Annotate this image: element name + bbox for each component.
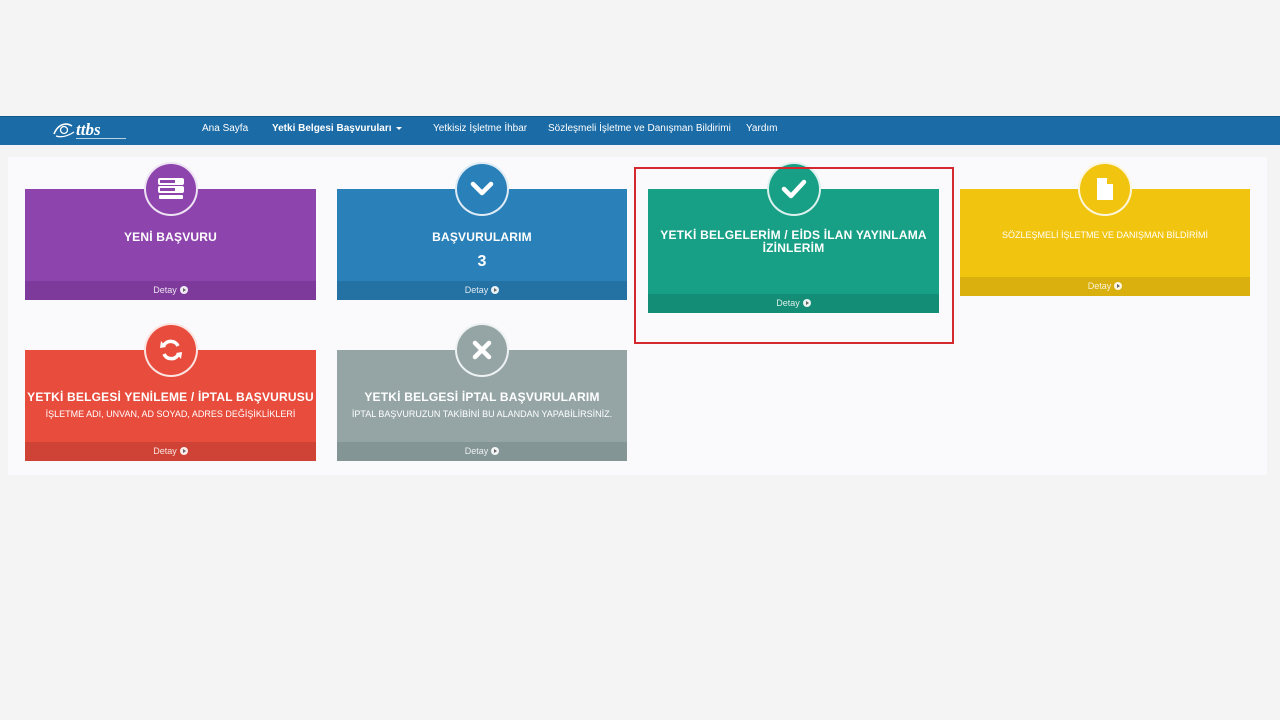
arrow-circle-icon [491,285,500,294]
tile-iptal-basvurularim[interactable]: YETKİ BELGESİ İPTAL BAŞVURULARIM İPTAL B… [337,323,627,461]
chevron-down-icon [455,162,509,216]
refresh-icon [143,323,198,377]
nav-ana-sayfa[interactable]: Ana Sayfa [202,117,248,144]
logo-text: ttbs [76,120,101,139]
arrow-circle-icon [1114,281,1123,290]
document-icon [1078,162,1132,216]
arrow-circle-icon [491,446,500,455]
tile-sozlesmeli-isletme[interactable]: SÖZLEŞMELİ İŞLETME VE DANIŞMAN BİLDİRİMİ… [960,162,1250,296]
detail-label: Detay [153,446,177,456]
detail-label: Detay [464,285,489,295]
nav-yetki-belgesi-basvurulari-label: Yetki Belgesi Başvuruları [272,123,392,134]
tile-subtitle: İPTAL BAŞVURUZUN TAKİBİNİ BU ALANDAN YAP… [351,409,613,419]
tile-yeni-basvuru[interactable]: YENİ BAŞVURU Detay [25,162,316,300]
tile-basvurularim[interactable]: BAŞVURULARIM 3 Detay [337,162,627,300]
tile-title: BAŞVURULARIM [432,230,532,244]
tile-detail-link[interactable]: Detay [25,281,316,300]
ttbs-logo[interactable]: ttbs [52,118,136,142]
tile-title: YENİ BAŞVURU [123,230,218,244]
tile-title: YETKİ BELGESİ YENİLEME / İPTAL BAŞVURUSU [27,390,314,404]
nav-sozlesmeli-isletme[interactable]: Sözleşmeli İşletme ve Danışman Bildirimi [548,117,731,144]
detail-label: Detay [1087,281,1112,291]
close-icon [455,323,509,377]
nav-yetkisiz-isletme-ihbar[interactable]: Yetkisiz İşletme İhbar [433,117,527,144]
application-count: 3 [477,253,487,270]
list-icon [143,162,198,216]
detail-label: Detay [153,285,177,295]
arrow-circle-icon [179,446,188,455]
tile-yenileme-iptal[interactable]: YETKİ BELGESİ YENİLEME / İPTAL BAŞVURUSU… [25,323,316,461]
tile-detail-link[interactable]: Detay [337,442,627,461]
tile-detail-link[interactable]: Detay [337,281,627,300]
tile-subtitle: İŞLETME ADI, UNVAN, AD SOYAD, ADRES DEĞİ… [45,409,296,419]
caret-down-icon [395,126,402,130]
top-navbar: ttbs Ana Sayfa Yetki Belgesi Başvuruları… [0,116,1280,145]
nav-yardim[interactable]: Yardım [746,117,778,144]
nav-yetki-belgesi-basvurulari[interactable]: Yetki Belgesi Başvuruları [272,117,402,144]
tile-detail-link[interactable]: Detay [25,442,316,461]
arrow-circle-icon [179,285,188,294]
tile-title: SÖZLEŞMELİ İŞLETME VE DANIŞMAN BİLDİRİMİ [1001,230,1209,240]
tile-detail-link[interactable]: Detay [960,277,1250,296]
detail-label: Detay [464,446,489,456]
highlight-box [634,167,954,344]
tile-title: YETKİ BELGESİ İPTAL BAŞVURULARIM [364,390,600,404]
